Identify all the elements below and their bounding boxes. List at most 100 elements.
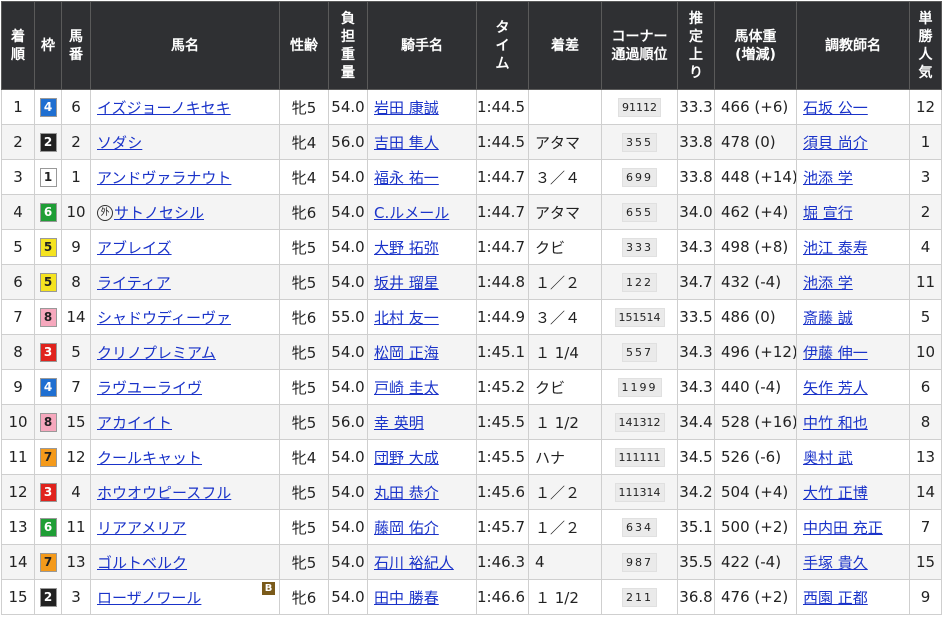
trainer-name-link[interactable]: 池添 学 <box>803 169 853 187</box>
jockey-name-link[interactable]: 福永 祐一 <box>374 169 439 187</box>
horse-name-link[interactable]: ソダシ <box>97 134 142 152</box>
horse-name-link[interactable]: ホウオウピースフル <box>97 484 231 502</box>
waku-cell: 5 <box>34 264 62 300</box>
header-trainer[interactable]: 調教師名 <box>796 1 910 90</box>
jockey-name-link[interactable]: 丸田 恭介 <box>374 484 439 502</box>
header-bodyweight[interactable]: 馬体重 (増減) <box>714 1 797 90</box>
trainer-name-link[interactable]: 斎藤 誠 <box>803 309 853 327</box>
header-text: 順 <box>11 46 25 63</box>
header-text: 勝 <box>918 28 933 45</box>
header-jockey[interactable]: 騎手名 <box>367 1 477 90</box>
horse-name-link[interactable]: ライティア <box>97 274 171 292</box>
jockey-name-link[interactable]: 石川 裕紀人 <box>374 554 454 572</box>
horse-name-link[interactable]: リアアメリア <box>97 519 186 537</box>
horse-name-link[interactable]: シャドウディーヴァ <box>97 309 231 327</box>
header-pop[interactable]: 単勝人気 <box>909 1 942 90</box>
rank-cell: 6 <box>1 264 35 300</box>
carried-weight: 54.0 <box>331 98 365 116</box>
last-3f: 34.4 <box>679 413 713 431</box>
trainer-name-link[interactable]: 堀 宣行 <box>803 204 853 222</box>
last-3f: 33.8 <box>679 168 713 186</box>
header-waku[interactable]: 枠 <box>34 1 62 90</box>
jockey-name-link[interactable]: 吉田 隼人 <box>374 134 439 152</box>
waku-badge: 2 <box>39 132 57 152</box>
sex-age: 牝5 <box>291 553 317 572</box>
jockey-name-link[interactable]: 戸崎 圭太 <box>374 379 439 397</box>
horse-cell: ソダシ <box>90 124 280 160</box>
rank-cell: 8 <box>1 334 35 370</box>
umaban-cell: 8 <box>61 264 91 300</box>
header-agari[interactable]: 推定上り <box>677 1 715 90</box>
margin-cell: 4 <box>528 544 602 580</box>
jockey-name-link[interactable]: 幸 英明 <box>374 414 424 432</box>
race-time: 1:44.7 <box>477 168 526 186</box>
waku-cell: 8 <box>34 404 62 440</box>
sex-age: 牝5 <box>291 518 317 537</box>
sex-age: 牝4 <box>291 448 317 467</box>
body-weight: 478 (0) <box>721 133 776 151</box>
horse-name-link[interactable]: ローザノワール <box>97 589 201 607</box>
header-margin[interactable]: 着差 <box>528 1 602 90</box>
weight-cell: 54.0 <box>328 544 368 580</box>
horse-name-link[interactable]: ラヴユーライヴ <box>97 379 202 397</box>
margin-cell: １ 1/4 <box>528 334 602 370</box>
jockey-name-link[interactable]: C.ルメール <box>374 204 449 222</box>
popularity: 4 <box>920 238 931 256</box>
sex-age: 牝5 <box>291 378 317 397</box>
margin: クビ <box>535 238 566 257</box>
trainer-name-link[interactable]: 須貝 尚介 <box>803 134 868 152</box>
jockey-name-link[interactable]: 松岡 正海 <box>374 344 439 362</box>
trainer-name-link[interactable]: 大竹 正博 <box>803 484 868 502</box>
finish-rank: 6 <box>13 273 23 291</box>
rank-cell: 10 <box>1 404 35 440</box>
popularity: 2 <box>920 203 931 221</box>
sex-age: 牝5 <box>291 413 317 432</box>
horse-name-link[interactable]: クリノプレミアム <box>97 344 216 362</box>
trainer-name-link[interactable]: 中内田 充正 <box>803 519 883 537</box>
horse-name-link[interactable]: サトノセシル <box>114 204 204 222</box>
horse-name-link[interactable]: クールキャット <box>97 449 202 467</box>
trainer-name-link[interactable]: 池添 学 <box>803 274 853 292</box>
trainer-name-link[interactable]: 矢作 芳人 <box>803 379 868 397</box>
horse-name-link[interactable]: アブレイズ <box>97 239 172 257</box>
rank-cell: 7 <box>1 299 35 335</box>
horse-number: 15 <box>66 413 86 431</box>
horse-name-link[interactable]: アンドヴァラナウト <box>97 169 231 187</box>
corner-positions: 634 <box>622 518 657 537</box>
horse-number: 3 <box>71 588 81 606</box>
jockey-name-link[interactable]: 田中 勝春 <box>374 589 439 607</box>
trainer-name-link[interactable]: 池江 泰寿 <box>803 239 868 257</box>
trainer-name-link[interactable]: 石坂 公一 <box>803 99 868 117</box>
margin: ハナ <box>535 448 566 467</box>
horse-number: 12 <box>66 448 86 466</box>
trainer-name-link[interactable]: 奥村 武 <box>803 449 853 467</box>
jockey-name-link[interactable]: 北村 友一 <box>374 309 439 327</box>
trainer-name-link[interactable]: 西園 正都 <box>803 589 868 607</box>
header-text: 馬名 <box>171 37 199 54</box>
header-umaban[interactable]: 馬番 <box>61 1 91 90</box>
horse-name-link[interactable]: イズジョーノキセキ <box>97 99 231 117</box>
trainer-name-link[interactable]: 伊藤 伸一 <box>803 344 868 362</box>
popularity: 12 <box>915 98 936 116</box>
table-row: 7 8 14 シャドウディーヴァ 牝6 55.0 北村 友一 1:44.9 ３／４ 151514 3… <box>1 299 942 335</box>
header-corner[interactable]: コーナー 通過順位 <box>601 1 678 90</box>
jockey-name-link[interactable]: 岩田 康誠 <box>374 99 439 117</box>
header-sexage[interactable]: 性齢 <box>279 1 329 90</box>
jockey-name-link[interactable]: 団野 大成 <box>374 449 439 467</box>
jockey-name-link[interactable]: 坂井 瑠星 <box>374 274 439 292</box>
time-cell: 1:44.7 <box>476 229 529 265</box>
waku-cell: 5 <box>34 229 62 265</box>
trainer-name-link[interactable]: 中竹 和也 <box>803 414 868 432</box>
header-time[interactable]: タイム <box>476 1 529 90</box>
header-rank[interactable]: 着順 <box>1 1 35 90</box>
header-horse[interactable]: 馬名 <box>90 1 280 90</box>
header-weight[interactable]: 負担重量 <box>328 1 368 90</box>
trainer-name-link[interactable]: 手塚 貴久 <box>803 554 868 572</box>
trainer-cell: 手塚 貴久 <box>796 544 910 580</box>
horse-name-link[interactable]: アカイイト <box>97 414 172 432</box>
umaban-cell: 15 <box>61 404 91 440</box>
horse-name-link[interactable]: ゴルトベルク <box>97 554 187 572</box>
jockey-name-link[interactable]: 藤岡 佑介 <box>374 519 439 537</box>
jockey-name-link[interactable]: 大野 拓弥 <box>374 239 439 257</box>
waku-cell: 4 <box>34 89 62 125</box>
